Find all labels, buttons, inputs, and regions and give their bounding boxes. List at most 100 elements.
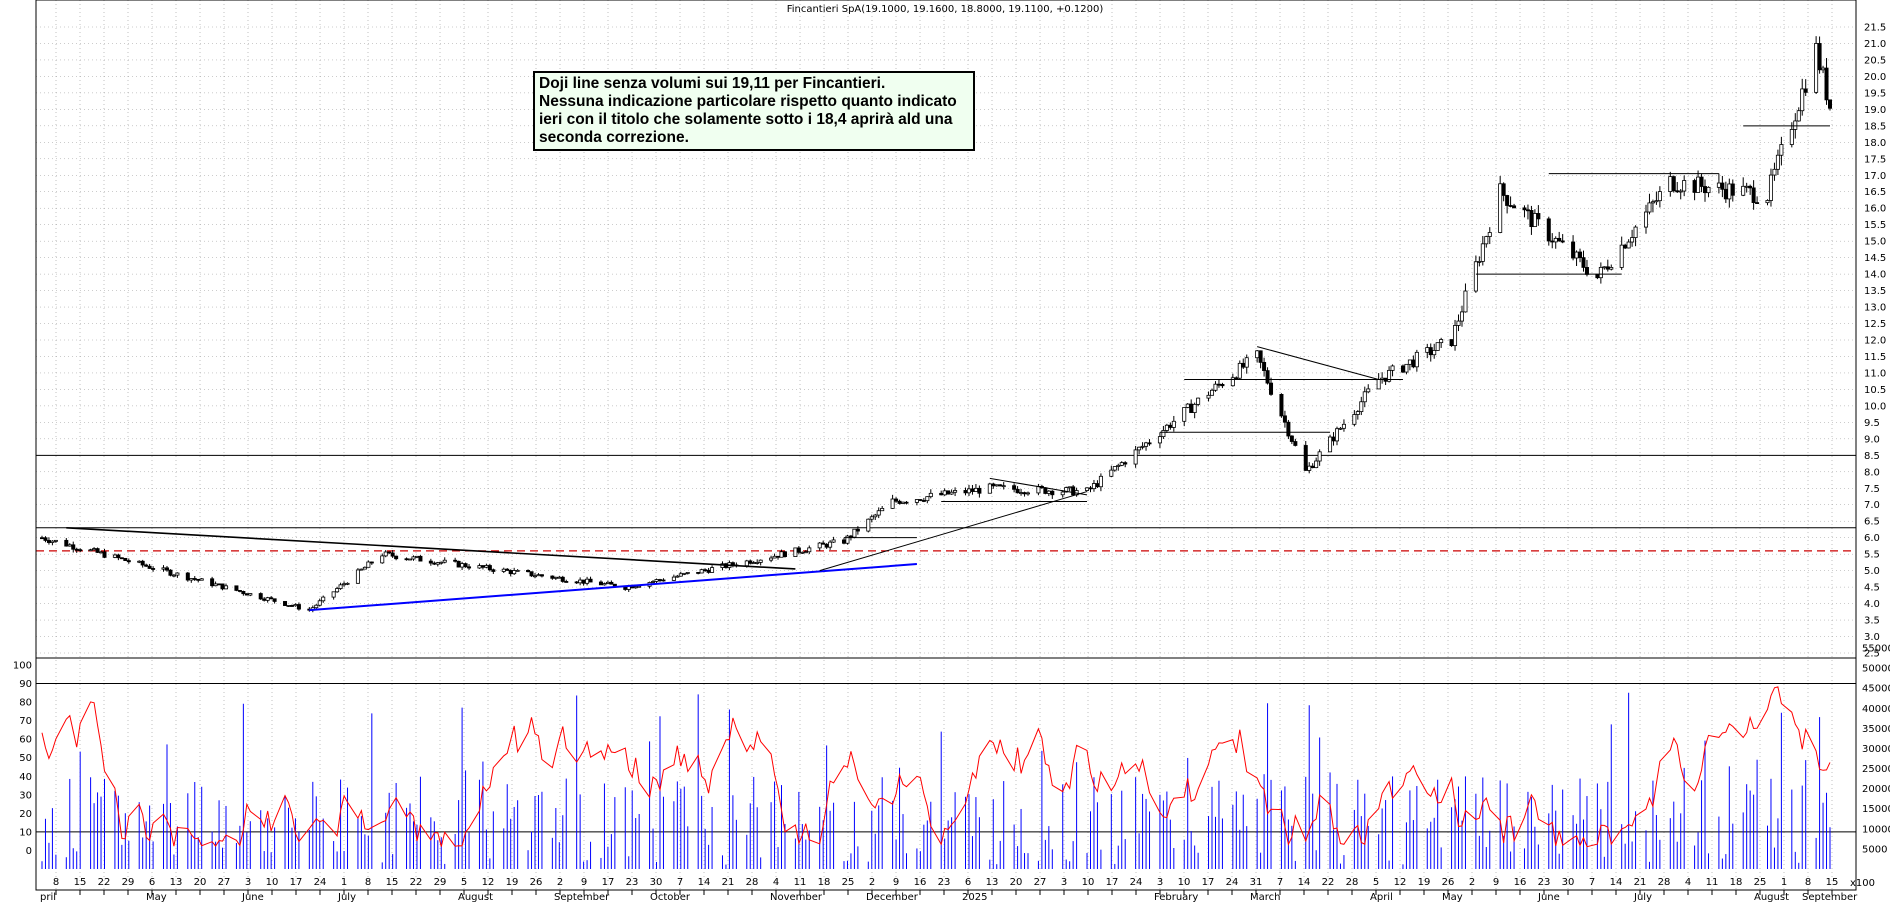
- month-label: June: [1537, 892, 1560, 902]
- candle-body: [1133, 449, 1138, 465]
- candle-body: [1269, 382, 1274, 395]
- candle-body: [40, 537, 45, 540]
- candle-body: [1602, 266, 1607, 269]
- candle-body: [1307, 465, 1312, 471]
- candle-body: [1366, 388, 1371, 393]
- candle-body: [1574, 251, 1579, 259]
- price-tick-label: 10.5: [1864, 385, 1886, 396]
- price-tick-label: 15.5: [1864, 220, 1886, 231]
- candle-body: [1775, 154, 1780, 170]
- price-tick-label: 21.0: [1864, 39, 1886, 50]
- candle-body: [1331, 436, 1336, 442]
- day-label: 30: [650, 877, 663, 888]
- candle-body: [283, 601, 288, 606]
- candle-body: [428, 560, 433, 564]
- candle-body: [793, 547, 798, 557]
- oscillator-line: [41, 686, 1831, 848]
- candle-body: [682, 572, 687, 575]
- day-label: 28: [1658, 877, 1671, 888]
- candle-body: [557, 576, 562, 579]
- candle-body: [1390, 365, 1395, 371]
- candle-body: [654, 579, 659, 582]
- candle-body: [970, 488, 975, 492]
- month-label: July: [1633, 892, 1652, 902]
- candle-body: [1793, 120, 1798, 130]
- day-label: 19: [506, 877, 519, 888]
- day-label: 8: [53, 877, 59, 888]
- price-tick-label: 18.5: [1864, 121, 1886, 132]
- candle-body: [168, 569, 173, 576]
- day-label: 29: [122, 877, 135, 888]
- candle-body: [269, 597, 274, 600]
- candle-body: [1279, 393, 1284, 417]
- candle-body: [1362, 391, 1367, 403]
- candle-body: [1237, 362, 1242, 379]
- price-tick-label: 3.5: [1864, 616, 1880, 627]
- annotation-line-4: seconda correzione.: [539, 129, 689, 146]
- day-label: 25: [1754, 877, 1767, 888]
- price-tick-label: 19.0: [1864, 105, 1886, 116]
- candle-body: [598, 581, 603, 586]
- candle-body: [1498, 183, 1503, 233]
- candle-body: [220, 583, 225, 590]
- candle-body: [977, 487, 982, 494]
- candle-body: [210, 578, 215, 587]
- candle-body: [526, 569, 531, 573]
- candle-body: [512, 570, 517, 575]
- candle-body: [925, 496, 930, 502]
- candle-body: [678, 573, 683, 577]
- day-label: 5: [1373, 877, 1379, 888]
- day-label: 2: [869, 877, 875, 888]
- candle-body: [1630, 237, 1635, 243]
- candle-body: [946, 490, 951, 495]
- candle-body: [1571, 241, 1576, 259]
- candle-body: [1536, 213, 1541, 220]
- month-label: September: [1802, 892, 1858, 902]
- candle-body: [314, 604, 319, 609]
- day-label: 18: [818, 877, 831, 888]
- month-label: July: [337, 892, 356, 902]
- day-label: 5: [461, 877, 467, 888]
- candle-body: [456, 560, 461, 568]
- day-label: 14: [698, 877, 711, 888]
- candle-body: [1015, 488, 1020, 494]
- candle-body: [1119, 462, 1124, 466]
- candle-body: [1019, 492, 1024, 494]
- candle-body: [321, 596, 326, 602]
- candle-body: [241, 591, 246, 595]
- price-tick-label: 6.5: [1864, 517, 1880, 528]
- candle-body: [1522, 207, 1527, 211]
- day-label: 24: [1130, 877, 1143, 888]
- oscillator-tick-label: 30: [19, 790, 32, 801]
- candle-body: [1171, 420, 1176, 428]
- candle-body: [1703, 186, 1708, 194]
- day-label: 1: [1781, 877, 1787, 888]
- candle-body: [1043, 487, 1048, 494]
- candle-body: [1192, 403, 1197, 413]
- price-tick-label: 14.5: [1864, 253, 1886, 264]
- oscillator-tick-label: 10: [19, 827, 32, 838]
- candle-body: [671, 576, 676, 581]
- candle-body: [515, 569, 520, 572]
- candle-body: [411, 556, 416, 560]
- candle-body: [335, 588, 340, 593]
- candle-body: [1432, 350, 1437, 356]
- day-label: 29: [434, 877, 447, 888]
- candle-body: [1060, 491, 1065, 496]
- candle-body: [439, 561, 444, 564]
- candle-body: [585, 578, 590, 584]
- candle-body: [119, 557, 124, 560]
- candle-body: [866, 518, 871, 532]
- candle-body: [550, 575, 555, 579]
- candle-body: [1828, 99, 1833, 109]
- candle-body: [1157, 436, 1162, 444]
- candle-body: [1050, 490, 1055, 496]
- candle-body: [1501, 183, 1506, 196]
- candle-body: [751, 562, 756, 565]
- horizontal-levels: [36, 454, 1856, 833]
- candle-body: [123, 557, 128, 561]
- candle-body: [675, 575, 680, 578]
- candle-body: [501, 568, 506, 572]
- candle-body: [1328, 436, 1333, 453]
- day-label: 2: [557, 877, 563, 888]
